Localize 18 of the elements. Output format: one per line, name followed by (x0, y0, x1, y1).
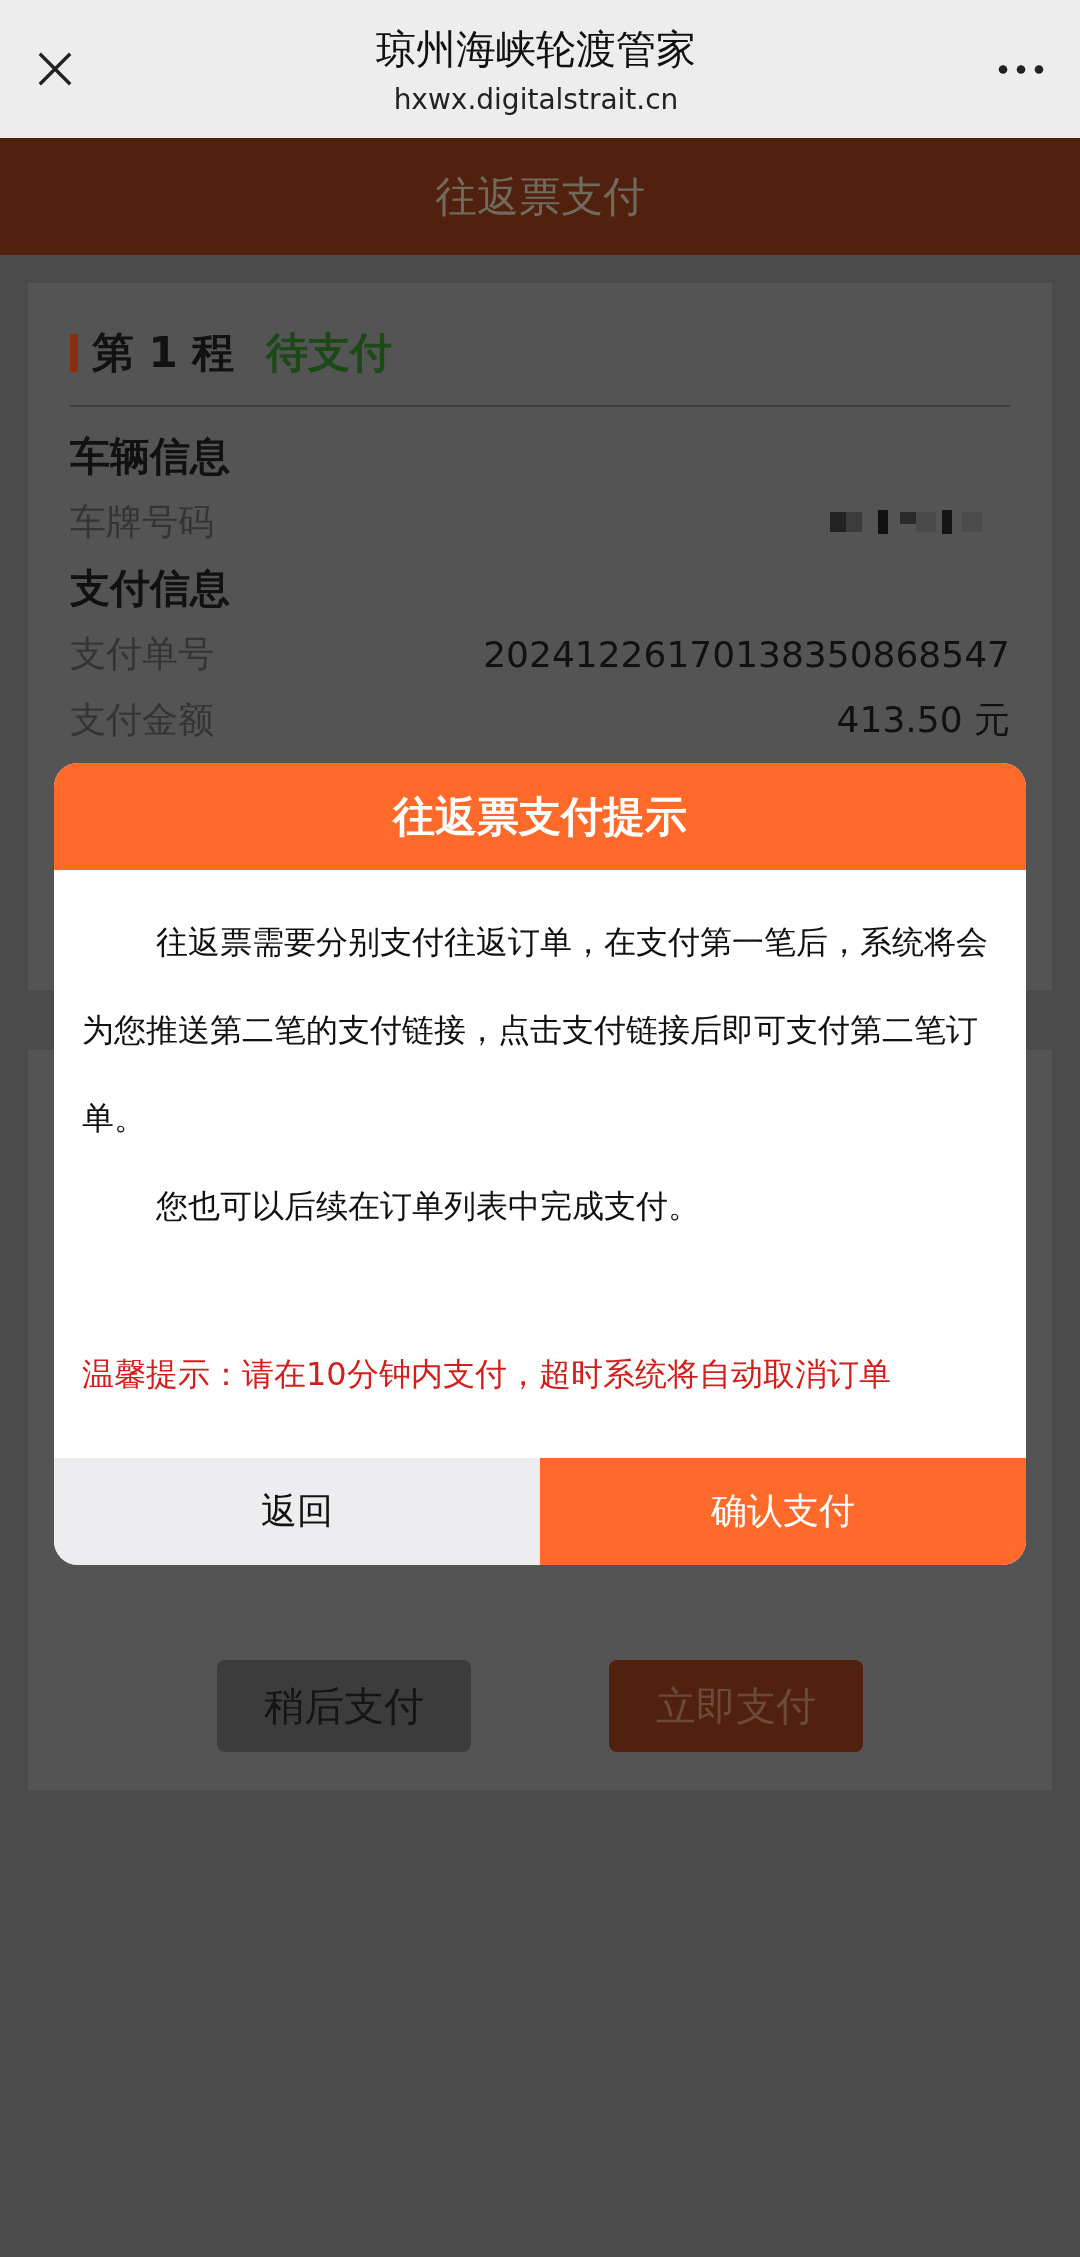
confirm-button[interactable]: 确认支付 (540, 1458, 1026, 1565)
warning-text: 温馨提示：请在10分钟内支付，超时系统将自动取消订单 (82, 1354, 892, 1395)
header-title: 往返票支付 (435, 170, 645, 223)
close-icon[interactable] (36, 50, 74, 88)
accent-bar (70, 334, 78, 372)
section-title: 支付信息 (70, 564, 231, 613)
trip-heading: 第 1 程 (92, 327, 235, 379)
dialog-text: 往返票需要分别支付往返订单，在支付第一笔后，系统将会为您推送第二笔的支付链接，点击支付链接后即可支付第二笔订单。 (82, 922, 989, 1139)
dialog-title: 往返票支付提示 (393, 790, 687, 843)
field-value: 413.50 元 (836, 697, 1010, 742)
section-title: 车辆信息 (70, 432, 231, 481)
status-text: 待支付 (266, 327, 393, 379)
page-title: 琼州海峡轮渡管家 (376, 25, 696, 74)
url-text: hxwx.digitalstrait.cn (393, 83, 679, 116)
dialog-text: 您也可以后续在订单列表中完成支付。 (154, 1186, 701, 1227)
field-value: 20241226170138350868547 (483, 633, 1010, 675)
more-icon[interactable] (998, 63, 1044, 75)
back-button[interactable]: 返回 (54, 1458, 540, 1565)
